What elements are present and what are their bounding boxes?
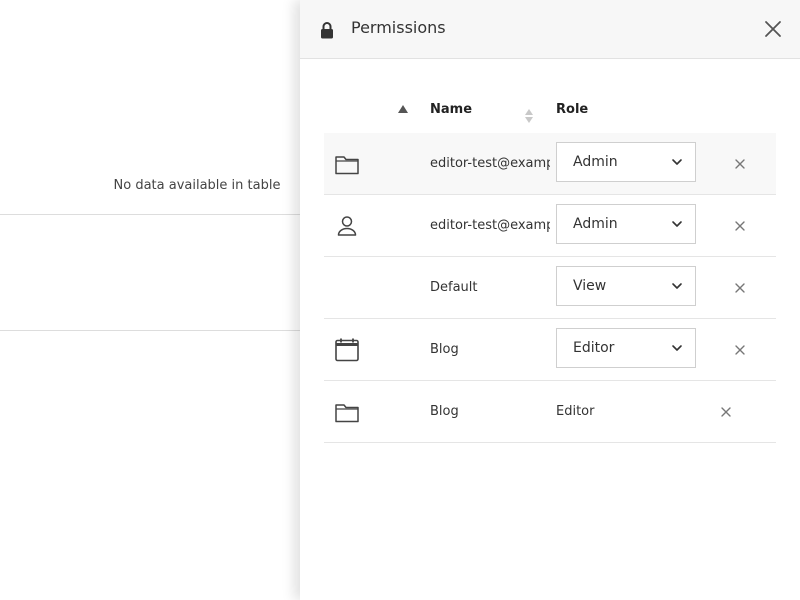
- sort-ascending-icon[interactable]: [398, 105, 408, 113]
- remove-icon[interactable]: [732, 280, 748, 296]
- row-name: Default: [430, 280, 478, 295]
- chevron-down-icon: [672, 159, 682, 165]
- role-select[interactable]: Admin: [556, 204, 696, 244]
- divider: [0, 330, 300, 331]
- lock-icon: [321, 22, 333, 39]
- table-header: Name Role: [324, 88, 776, 133]
- divider: [0, 214, 300, 215]
- calendar-icon: [334, 337, 360, 363]
- user-icon: [334, 213, 360, 239]
- sort-icon[interactable]: [524, 108, 534, 124]
- column-header-role[interactable]: Role: [556, 102, 588, 117]
- panel-title: Permissions: [351, 18, 446, 37]
- role-select[interactable]: Admin: [556, 142, 696, 182]
- permissions-table: Name Role editor-test@exampl Admin editor-…: [324, 88, 776, 443]
- chevron-down-icon: [672, 345, 682, 351]
- close-icon[interactable]: [762, 18, 784, 40]
- role-select-value: View: [573, 278, 607, 294]
- table-row: editor-test@exampl Admin: [324, 195, 776, 257]
- role-select-value: Admin: [573, 154, 618, 170]
- table-row: Default View: [324, 257, 776, 319]
- role-text: Editor: [556, 404, 595, 419]
- remove-icon[interactable]: [718, 404, 734, 420]
- table-body: editor-test@exampl Admin editor-test@examp…: [324, 133, 776, 443]
- table-row: Blog Editor: [324, 319, 776, 381]
- permissions-panel: Permissions Name Role editor-test@exampl…: [300, 0, 800, 600]
- row-name: Blog: [430, 342, 459, 357]
- role-select-value: Admin: [573, 216, 618, 232]
- remove-icon[interactable]: [732, 156, 748, 172]
- row-name: Blog: [430, 404, 459, 419]
- column-header-name[interactable]: Name: [430, 102, 472, 117]
- role-select[interactable]: View: [556, 266, 696, 306]
- chevron-down-icon: [672, 283, 682, 289]
- panel-header: Permissions: [300, 0, 800, 59]
- folder-icon: [334, 151, 360, 177]
- table-row: Blog Editor: [324, 381, 776, 443]
- role-select[interactable]: Editor: [556, 328, 696, 368]
- table-row: editor-test@exampl Admin: [324, 133, 776, 195]
- folder-icon: [334, 399, 360, 425]
- chevron-down-icon: [672, 221, 682, 227]
- row-name: editor-test@exampl: [430, 156, 550, 171]
- role-select-value: Editor: [573, 340, 615, 356]
- row-name: editor-test@exampl: [430, 218, 550, 233]
- remove-icon[interactable]: [732, 218, 748, 234]
- remove-icon[interactable]: [732, 342, 748, 358]
